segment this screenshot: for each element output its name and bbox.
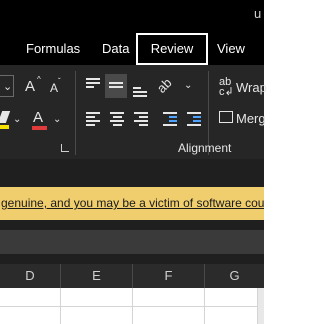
highlight-icon[interactable] — [0, 111, 11, 123]
window-title: u — [254, 6, 262, 21]
ribbon-tabs: Formulas Data Review View — [0, 33, 264, 65]
decrease-font-size-icon[interactable]: A — [50, 81, 58, 95]
cell[interactable] — [61, 307, 133, 324]
column-header-d[interactable]: D — [0, 264, 61, 288]
wrap-text-label[interactable]: Wrap — [236, 80, 267, 95]
tab-review[interactable]: Review — [136, 33, 208, 65]
merge-center-icon[interactable] — [219, 111, 233, 123]
tab-data[interactable]: Data — [102, 33, 129, 65]
font-size-box[interactable] — [0, 75, 14, 97]
license-warning-bar: genuine, and you may be a victim of soft… — [0, 187, 264, 220]
vertical-scrollbar[interactable] — [258, 288, 264, 324]
align-left-icon[interactable] — [86, 112, 100, 128]
column-header-e[interactable]: E — [61, 264, 133, 288]
alignment-group-label: Alignment — [178, 141, 232, 155]
wrap-text-icon[interactable]: ab c↲ — [219, 77, 234, 98]
font-dialog-launcher-icon[interactable] — [61, 144, 69, 152]
spacer — [0, 254, 264, 264]
cell[interactable] — [133, 307, 205, 324]
license-warning-link[interactable]: genuine, and you may be a victim of soft… — [1, 196, 264, 210]
highlight-dropdown-icon[interactable]: ⌄ — [13, 114, 21, 125]
cell[interactable] — [205, 307, 258, 324]
cell[interactable] — [0, 307, 61, 324]
highlight-color-swatch — [0, 125, 9, 129]
title-bar: u — [0, 0, 264, 33]
group-divider — [75, 71, 76, 155]
cell-grid[interactable] — [0, 288, 264, 324]
cell[interactable] — [61, 288, 133, 307]
tab-formulas[interactable]: Formulas — [26, 33, 80, 65]
cell[interactable] — [0, 288, 61, 307]
column-headers: D E F G — [0, 264, 264, 288]
spacer — [0, 220, 264, 230]
font-color-swatch — [32, 126, 47, 130]
formula-bar[interactable] — [0, 230, 264, 254]
column-header-f[interactable]: F — [133, 264, 205, 288]
align-center-icon[interactable] — [110, 112, 124, 128]
tab-view[interactable]: View — [217, 33, 245, 65]
merge-center-label[interactable]: Merg — [236, 111, 266, 126]
align-right-icon[interactable] — [134, 112, 148, 128]
increase-font-size-icon[interactable]: A — [25, 78, 35, 95]
orientation-icon[interactable]: ab — [154, 75, 175, 96]
orientation-dropdown-icon[interactable]: ⌄ — [184, 80, 192, 91]
font-color-dropdown-icon[interactable]: ⌄ — [53, 114, 61, 125]
decrease-indent-icon[interactable] — [163, 112, 177, 128]
middle-align-icon — [109, 82, 123, 90]
ribbon: ⌄ A ^ A ˇ ⌄ A ⌄ ab ⌄ ab c↲ Wrap Merg Alig… — [0, 65, 267, 159]
cell[interactable] — [205, 288, 258, 307]
column-header-g[interactable]: G — [205, 264, 264, 288]
increase-indent-icon[interactable] — [187, 112, 201, 128]
top-align-icon[interactable] — [86, 78, 100, 90]
cell[interactable] — [133, 288, 205, 307]
increase-arrow-icon: ^ — [37, 75, 41, 84]
font-color-icon[interactable]: A — [33, 109, 43, 126]
ribbon-bottom-edge — [0, 159, 264, 187]
decrease-arrow-icon: ˇ — [58, 77, 61, 86]
bottom-align-icon[interactable] — [133, 87, 147, 99]
